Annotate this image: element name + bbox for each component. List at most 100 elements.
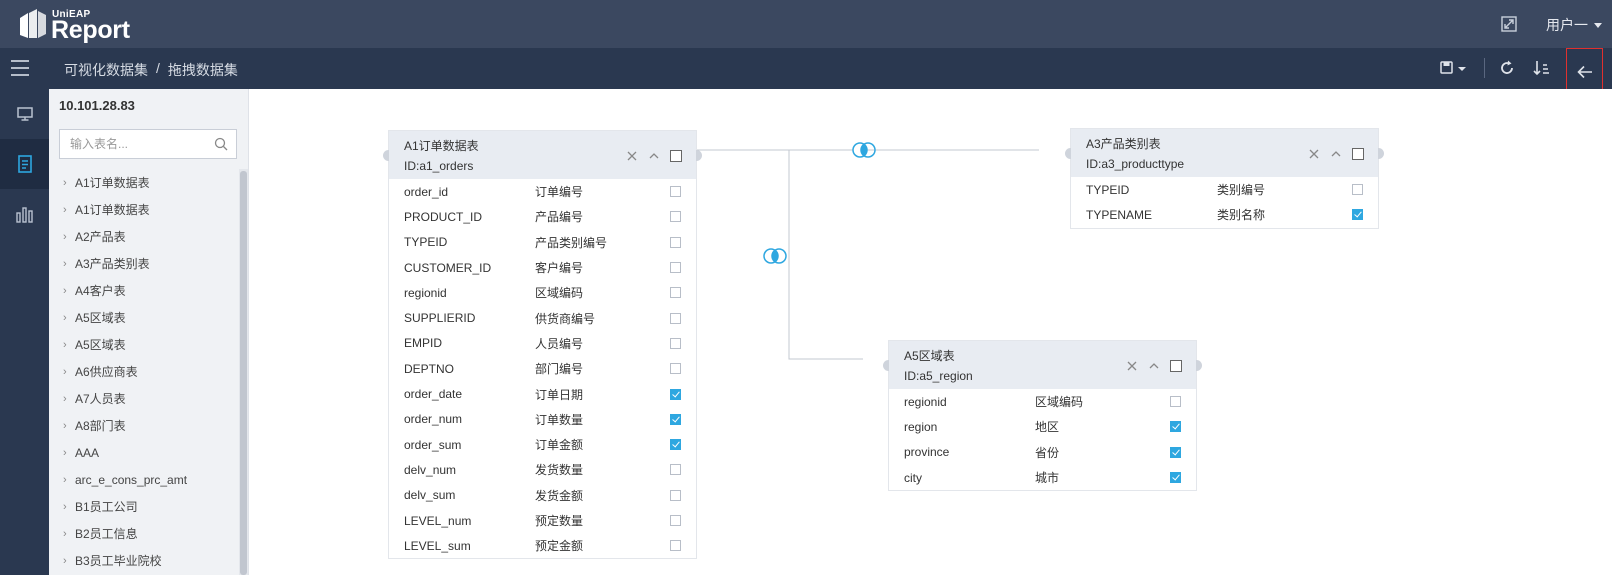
field-row[interactable]: region 地区 xyxy=(889,414,1196,439)
field-description: 发货金额 xyxy=(535,488,584,503)
chevron-right-icon: › xyxy=(63,257,67,270)
tree-scrollbar[interactable] xyxy=(239,169,248,575)
tree-item[interactable]: › B1员工公司 xyxy=(49,493,239,520)
field-row[interactable]: order_id 订单编号 xyxy=(389,179,696,204)
field-checkbox[interactable] xyxy=(670,515,681,526)
table-search-input[interactable] xyxy=(70,130,210,158)
menu-icon[interactable] xyxy=(10,58,30,78)
tree-scrollbar-thumb[interactable] xyxy=(240,171,247,575)
field-row[interactable]: LEVEL_num 预定数量 xyxy=(389,508,696,533)
field-checkbox[interactable] xyxy=(670,388,681,400)
tree-item[interactable]: › B2员工信息 xyxy=(49,520,239,547)
select-all-checkbox[interactable] xyxy=(1170,360,1182,372)
data-table-a1-orders[interactable]: A1订单数据表 ID:a1_orders order_id 订单编号 PRODUCT_I… xyxy=(383,130,702,560)
tree-item[interactable]: › A1订单数据表 xyxy=(49,196,239,223)
field-row[interactable]: TYPEID 类别编号 xyxy=(1071,177,1378,202)
tree-item[interactable]: › A4客户表 xyxy=(49,277,239,304)
field-checkbox[interactable] xyxy=(670,540,681,552)
select-all-checkbox[interactable] xyxy=(1352,148,1364,160)
field-row[interactable]: delv_num 发货数量 xyxy=(389,457,696,482)
field-row[interactable]: CUSTOMER_ID 客户编号 xyxy=(389,255,696,280)
field-checkbox[interactable] xyxy=(670,236,681,248)
field-row[interactable]: EMPID 人员编号 xyxy=(389,331,696,356)
table-id: ID:a1_orders xyxy=(404,159,474,173)
rail-item-dataset[interactable] xyxy=(0,139,49,189)
field-checkbox[interactable] xyxy=(670,413,681,425)
field-row[interactable]: TYPEID 产品类别编号 xyxy=(389,230,696,255)
field-checkbox[interactable] xyxy=(1170,446,1181,458)
field-row[interactable]: regionid 区域编码 xyxy=(889,389,1196,414)
chevron-up-icon[interactable] xyxy=(1148,360,1160,372)
field-row[interactable]: LEVEL_sum 预定金额 xyxy=(389,533,696,558)
table-title: A1订单数据表 xyxy=(404,139,479,153)
tree-item[interactable]: › B3员工毕业院校 xyxy=(49,547,239,574)
field-checkbox[interactable] xyxy=(1352,184,1363,196)
tree-item[interactable]: › A1订单数据表 xyxy=(49,169,239,196)
field-checkbox[interactable] xyxy=(1170,421,1181,433)
field-checkbox[interactable] xyxy=(670,439,681,451)
field-checkbox[interactable] xyxy=(670,211,681,223)
field-row[interactable]: regionid 区域编码 xyxy=(389,280,696,305)
field-checkbox[interactable] xyxy=(670,186,681,198)
field-checkbox[interactable] xyxy=(670,363,681,375)
field-row[interactable]: city 城市 xyxy=(889,465,1196,490)
field-row[interactable]: SUPPLIERID 供货商编号 xyxy=(389,305,696,330)
field-checkbox[interactable] xyxy=(670,464,681,476)
user-menu[interactable]: 用户一 xyxy=(1546,15,1602,35)
select-all-checkbox[interactable] xyxy=(670,150,682,162)
field-checkbox[interactable] xyxy=(670,489,681,501)
tree-item-label: A1订单数据表 xyxy=(75,176,150,190)
field-checkbox[interactable] xyxy=(1352,209,1363,221)
field-row[interactable]: province 省份 xyxy=(889,440,1196,465)
field-row[interactable]: TYPENAME 类别名称 xyxy=(1071,202,1378,227)
tree-item[interactable]: › A2产品表 xyxy=(49,223,239,250)
table-header[interactable]: A5区域表 ID:a5_region xyxy=(889,341,1196,389)
field-row[interactable]: delv_sum 发货金额 xyxy=(389,483,696,508)
tree-item[interactable]: › arc_e_cons_prc_amt xyxy=(49,466,239,493)
close-icon[interactable] xyxy=(626,150,638,162)
field-row[interactable]: order_sum 订单金额 xyxy=(389,432,696,457)
field-checkbox[interactable] xyxy=(1170,396,1181,408)
field-checkbox[interactable] xyxy=(1170,472,1181,484)
search-icon[interactable] xyxy=(214,137,228,151)
close-icon[interactable] xyxy=(1308,148,1320,160)
data-table-a3-producttype[interactable]: A3产品类别表 ID:a3_producttype TYPEID 类别编号 TYPENA… xyxy=(1065,128,1384,229)
close-icon[interactable] xyxy=(1126,360,1138,372)
sort-icon[interactable] xyxy=(1531,58,1551,78)
field-description: 区域编码 xyxy=(1035,395,1084,410)
rail-item-monitor[interactable] xyxy=(0,89,49,139)
field-checkbox[interactable] xyxy=(670,287,681,299)
tree-item[interactable]: › A6供应商表 xyxy=(49,358,239,385)
field-description: 城市 xyxy=(1035,471,1060,486)
rail-item-chart[interactable] xyxy=(0,189,49,239)
field-checkbox[interactable] xyxy=(670,262,681,274)
tree-item[interactable]: › A5区域表 xyxy=(49,331,239,358)
chevron-up-icon[interactable] xyxy=(1330,148,1342,160)
field-checkbox[interactable] xyxy=(670,337,681,349)
tree-item[interactable]: › A8部门表 xyxy=(49,412,239,439)
breadcrumb: 可视化数据集 / 拖拽数据集 xyxy=(64,60,238,80)
refresh-icon[interactable] xyxy=(1497,58,1517,78)
table-header[interactable]: A3产品类别表 ID:a3_producttype xyxy=(1071,129,1378,177)
chevron-down-icon xyxy=(1594,22,1602,28)
chevron-up-icon[interactable] xyxy=(648,150,660,162)
back-button[interactable] xyxy=(1566,48,1603,95)
join-icon-region[interactable] xyxy=(763,248,787,264)
breadcrumb-separator: / xyxy=(156,60,160,76)
field-row[interactable]: PRODUCT_ID 产品编号 xyxy=(389,204,696,229)
field-checkbox[interactable] xyxy=(670,312,681,324)
save-icon[interactable] xyxy=(1438,58,1470,78)
tree-item[interactable]: › A7人员表 xyxy=(49,385,239,412)
tree-item[interactable]: › AAA xyxy=(49,439,239,466)
tree-item[interactable]: › A3产品类别表 xyxy=(49,250,239,277)
top-header: UniEAP Report 用户一 xyxy=(0,0,1612,48)
field-row[interactable]: order_num 订单数量 xyxy=(389,407,696,432)
tree-item[interactable]: › A5区域表 xyxy=(49,304,239,331)
breadcrumb-item-visual-dataset[interactable]: 可视化数据集 xyxy=(64,60,148,80)
field-row[interactable]: order_date 订单日期 xyxy=(389,381,696,406)
data-table-a5-region[interactable]: A5区域表 ID:a5_region regionid 区域编码 region 地区 pro… xyxy=(883,340,1202,492)
fullscreen-icon[interactable] xyxy=(1499,14,1519,34)
table-title: A5区域表 xyxy=(904,349,955,363)
table-header[interactable]: A1订单数据表 ID:a1_orders xyxy=(389,131,696,179)
field-row[interactable]: DEPTNO 部门编号 xyxy=(389,356,696,381)
